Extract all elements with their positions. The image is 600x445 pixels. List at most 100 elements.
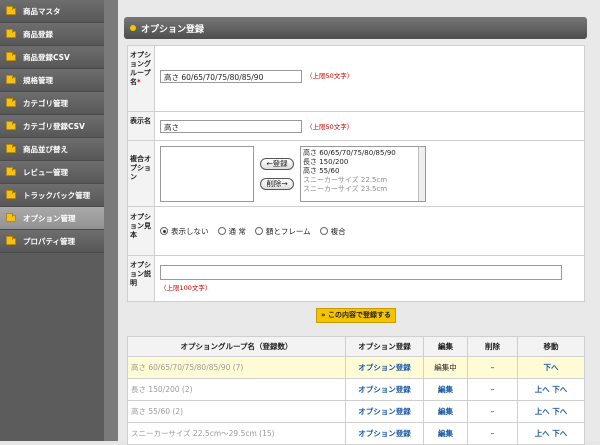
edit-status: 編集中	[423, 356, 468, 379]
move-links[interactable]: 上へ 下へ	[517, 378, 585, 401]
label-display-name: 表示名	[128, 112, 155, 140]
sidebar-item-category-csv[interactable]: カテゴリ登録CSV	[0, 115, 104, 138]
option-register-link[interactable]: オプション登録	[345, 422, 424, 445]
label-group-name: オプショングループ名*	[128, 46, 155, 111]
list-item[interactable]: 長さ 150/200	[301, 158, 425, 167]
table-row: 長さ 150/200 (2) オプション登録 編集 – 上へ 下へ	[127, 378, 585, 401]
col-header-edit: 編集	[423, 336, 468, 357]
folder-icon	[6, 51, 16, 61]
option-form: オプショングループ名* 高さ 60/65/70/75/80/85/90 （上限5…	[127, 45, 585, 302]
edit-link[interactable]: 編集	[423, 422, 468, 445]
sidebar-item-spec[interactable]: 規格管理	[0, 69, 104, 92]
sidebar-item-label: カテゴリ登録CSV	[23, 121, 85, 131]
row-sample: オプション見本 表示しない 通 常 額とフレーム 複合	[128, 207, 584, 256]
submit-row: » この内容で登録する	[127, 304, 585, 326]
radio-normal[interactable]	[217, 227, 226, 235]
col-header-move: 移動	[517, 336, 585, 357]
delete-button[interactable]: 削除→	[260, 177, 294, 190]
sidebar-item-label: レビュー管理	[23, 167, 68, 177]
option-register-link[interactable]: オプション登録	[345, 378, 424, 401]
panel-title-text: オプション登録	[141, 24, 205, 35]
move-links[interactable]: 上へ 下へ	[517, 422, 585, 445]
delete-cell: –	[467, 356, 518, 379]
sidebar-item-label: 商品登録	[23, 29, 53, 39]
sidebar-item-product-master[interactable]: 商品マスタ	[0, 0, 104, 23]
radio-none[interactable]	[160, 227, 168, 235]
group-name-cell: 高さ 55/60 (2)	[127, 400, 346, 423]
radio-combo[interactable]	[319, 227, 328, 235]
radio-label: 額とフレーム	[265, 226, 311, 236]
group-name-cell: 高さ 60/65/70/75/80/85/90 (7)	[127, 356, 346, 379]
main-content: オプション登録 オプショングループ名* 高さ 60/65/70/75/80/85…	[118, 0, 600, 445]
option-group-table: オプショングループ名（登録数） オプション登録 編集 削除 移動 高さ 60/6…	[127, 336, 585, 445]
description-limit: （上限100文字）	[160, 284, 212, 292]
sidebar-item-option[interactable]: オプション管理	[0, 207, 104, 230]
table-row: スニーカーサイズ 22.5cm～29.5cm (15) オプション登録 編集 –…	[127, 422, 585, 445]
sidebar-item-label: 商品登録CSV	[23, 52, 70, 62]
combo-selected-list[interactable]	[160, 145, 254, 202]
delete-cell: –	[467, 378, 518, 401]
row-group-name: オプショングループ名* 高さ 60/65/70/75/80/85/90 （上限5…	[128, 46, 584, 112]
list-item[interactable]: 高さ 55/60	[301, 167, 425, 176]
folder-icon	[6, 166, 16, 176]
col-header-name: オプショングループ名（登録数）	[127, 336, 346, 357]
sidebar-item-label: カテゴリ管理	[23, 98, 68, 108]
edit-link[interactable]: 編集	[423, 400, 468, 423]
sidebar-item-product-csv[interactable]: 商品登録CSV	[0, 46, 104, 69]
register-button[interactable]: ←登録	[260, 157, 294, 170]
radio-frame[interactable]	[254, 227, 263, 235]
folder-icon	[6, 120, 16, 130]
folder-icon	[6, 235, 16, 245]
option-register-link[interactable]: オプション登録	[345, 356, 424, 379]
group-name-input[interactable]: 高さ 60/65/70/75/80/85/90	[160, 70, 302, 83]
sidebar-item-review[interactable]: レビュー管理	[0, 161, 104, 184]
submit-button[interactable]: » この内容で登録する	[316, 307, 396, 323]
gutter	[104, 0, 118, 441]
label-sample: オプション見本	[128, 207, 155, 255]
list-item[interactable]: スニーカーサイズ 23.5cm	[301, 185, 425, 194]
sidebar-item-label: 商品マスタ	[23, 6, 61, 16]
col-header-delete: 削除	[467, 336, 518, 357]
sidebar-item-property[interactable]: プロパティ管理	[0, 230, 104, 253]
folder-icon	[6, 143, 16, 153]
sidebar-item-trackback[interactable]: トラックバック管理	[0, 184, 104, 207]
delete-cell: –	[467, 400, 518, 423]
sidebar-item-product-register[interactable]: 商品登録	[0, 23, 104, 46]
folder-icon	[6, 97, 16, 107]
option-register-link[interactable]: オプション登録	[345, 400, 424, 423]
display-name-limit: （上限50文字）	[306, 123, 354, 131]
edit-link[interactable]: 編集	[423, 378, 468, 401]
list-item[interactable]: スニーカーサイズ 22.5cm	[301, 176, 425, 185]
delete-cell: –	[467, 422, 518, 445]
bullet-icon	[130, 25, 136, 31]
combo-source-list[interactable]: 高さ 60/65/70/75/80/85/90 長さ 150/200 高さ 55…	[300, 145, 426, 202]
row-description: オプション説明 （上限100文字）	[128, 256, 584, 301]
label-combo: 複合オプション	[128, 141, 155, 206]
radio-label: 通 常	[228, 226, 246, 236]
row-display-name: 表示名 高さ （上限50文字）	[128, 112, 584, 141]
list-scrollbar[interactable]	[418, 146, 425, 201]
table-row: 高さ 55/60 (2) オプション登録 編集 – 上へ 下へ	[127, 400, 585, 423]
table-header-row: オプショングループ名（登録数） オプション登録 編集 削除 移動	[127, 336, 585, 357]
description-input[interactable]	[160, 265, 562, 280]
folder-icon	[6, 5, 16, 15]
radio-label: 表示しない	[171, 226, 209, 236]
group-name-cell: 長さ 150/200 (2)	[127, 378, 346, 401]
move-links[interactable]: 上へ 下へ	[517, 400, 585, 423]
col-header-register: オプション登録	[345, 336, 424, 357]
sidebar: 商品マスタ 商品登録 商品登録CSV 規格管理 カテゴリ管理 カテゴリ登録CSV…	[0, 0, 104, 441]
group-name-limit: （上限50文字）	[306, 72, 354, 80]
sidebar-item-label: プロパティ管理	[23, 236, 76, 246]
radio-label: 複合	[330, 226, 346, 236]
sidebar-item-product-sort[interactable]: 商品並び替え	[0, 138, 104, 161]
group-name-cell: スニーカーサイズ 22.5cm～29.5cm (15)	[127, 422, 346, 445]
panel-title: オプション登録	[124, 17, 587, 39]
display-name-input[interactable]: 高さ	[160, 119, 302, 133]
sidebar-item-category[interactable]: カテゴリ管理	[0, 92, 104, 115]
sidebar-item-label: 規格管理	[23, 75, 53, 85]
sidebar-item-label: 商品並び替え	[23, 144, 68, 154]
label-description: オプション説明	[128, 256, 155, 301]
move-links[interactable]: 下へ	[517, 356, 585, 379]
list-item[interactable]: 高さ 60/65/70/75/80/85/90	[301, 149, 425, 158]
folder-icon	[6, 212, 16, 222]
